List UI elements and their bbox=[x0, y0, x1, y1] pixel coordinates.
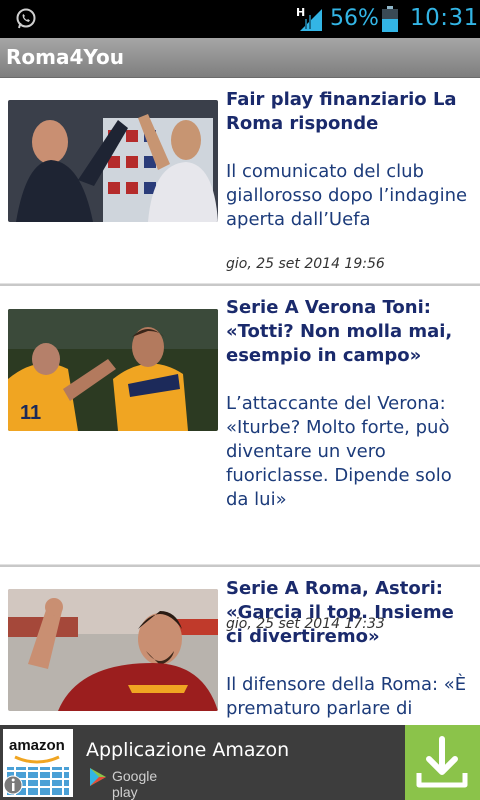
app-title: Roma4You bbox=[6, 45, 125, 69]
download-icon bbox=[416, 736, 468, 788]
clock: 10:31 bbox=[410, 5, 479, 31]
info-icon[interactable] bbox=[3, 774, 23, 796]
article-thumbnail bbox=[8, 589, 218, 711]
article-title: Fair play finanziario La Roma risponde bbox=[226, 89, 457, 134]
google-play-icon bbox=[90, 768, 106, 786]
article-summary: Il comunicato del club giallorosso dopo … bbox=[226, 161, 468, 230]
svg-text:11: 11 bbox=[20, 402, 41, 424]
signal-icon: H bbox=[296, 6, 322, 31]
action-bar: Roma4You bbox=[0, 38, 480, 78]
article-date: gio, 25 set 2014 19:56 bbox=[226, 256, 385, 272]
article-item[interactable]: Fair play finanziario La Roma risponde I… bbox=[0, 78, 480, 283]
article-title: Serie A Verona Toni: «Totti? Non molla m… bbox=[226, 297, 453, 366]
svg-text:H: H bbox=[296, 6, 305, 19]
ad-banner[interactable]: amazon Applicazione Amazon Google play bbox=[0, 725, 480, 800]
article-title: Serie A Roma, Astori: «Garcia il top. In… bbox=[226, 578, 454, 647]
article-thumbnail: 11 bbox=[8, 309, 218, 431]
article-summary: L’attaccante del Verona: «Iturbe? Molto … bbox=[226, 393, 452, 510]
battery-icon bbox=[382, 6, 398, 32]
article-list[interactable]: Fair play finanziario La Roma risponde I… bbox=[0, 78, 480, 725]
article-thumbnail bbox=[8, 100, 218, 222]
article-item[interactable]: 11 Serie A Verona Toni: «Totti? Non moll… bbox=[0, 286, 480, 632]
ad-title: Applicazione Amazon bbox=[86, 739, 290, 761]
article-summary: Il difensore della Roma: «È prematuro pa… bbox=[226, 674, 467, 719]
google-play-badge: Google play bbox=[88, 767, 157, 800]
article-item[interactable]: Serie A Roma, Astori: «Garcia il top. In… bbox=[0, 567, 480, 725]
amazon-logo-text: amazon bbox=[9, 737, 65, 754]
store-label: Google play bbox=[112, 768, 158, 800]
whatsapp-icon bbox=[16, 8, 36, 29]
status-bar: H 56% 10:31 bbox=[0, 0, 480, 38]
download-button[interactable] bbox=[405, 725, 480, 800]
amazon-smile-icon bbox=[14, 755, 60, 764]
battery-percent: 56% bbox=[330, 6, 379, 31]
